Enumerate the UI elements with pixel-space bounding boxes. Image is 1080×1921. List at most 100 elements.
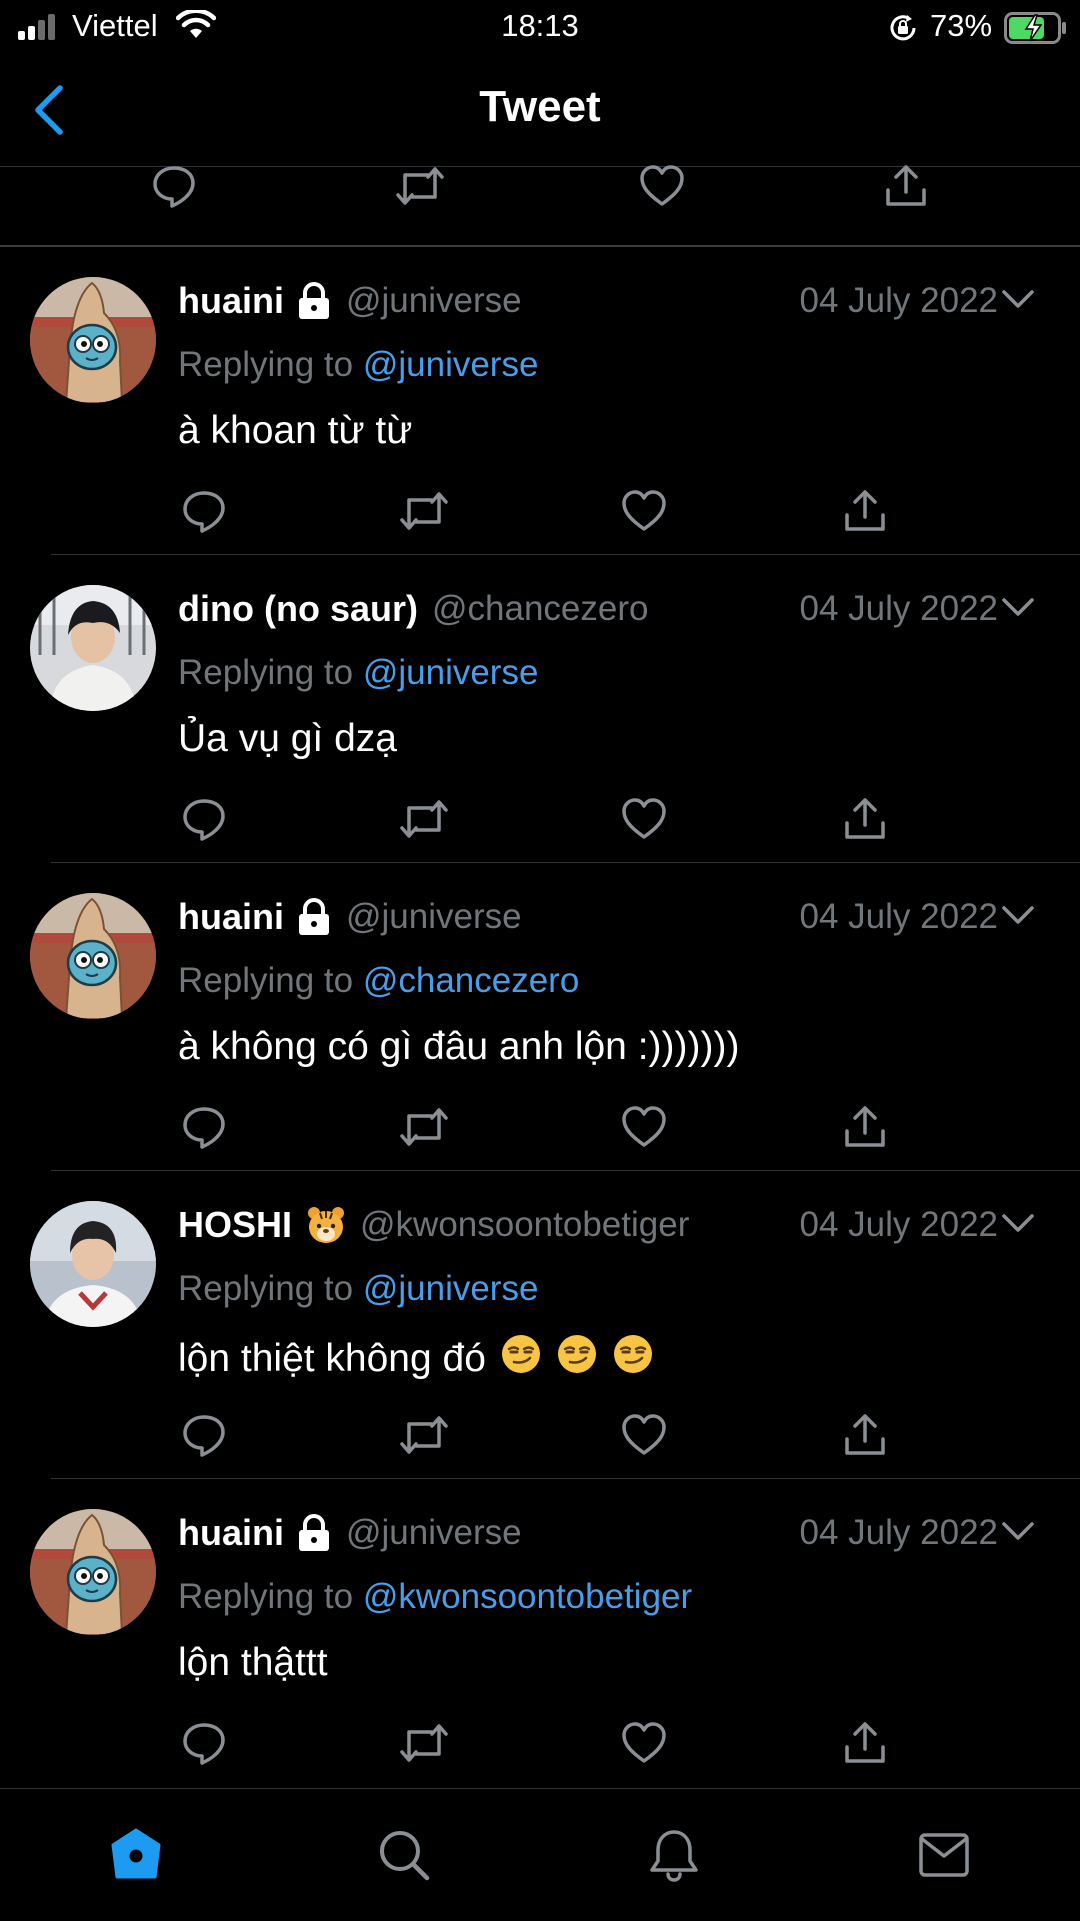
- reply-icon[interactable]: [180, 1719, 228, 1767]
- retweet-icon[interactable]: [398, 1103, 450, 1151]
- display-name[interactable]: huaini: [178, 1512, 284, 1554]
- replying-to-label: Replying to: [178, 961, 363, 1000]
- tweet-date: 04 July 2022: [799, 1205, 998, 1244]
- tweet-actions: [0, 1103, 1080, 1159]
- replying-to-mention[interactable]: @kwonsoontobetiger: [363, 1577, 692, 1616]
- tweet-actions: [0, 487, 1080, 543]
- tweet-date: 04 July 2022: [799, 897, 998, 936]
- reply-icon[interactable]: [180, 1103, 228, 1151]
- tweet-text-content: lộn thiệt không đó: [178, 1337, 486, 1380]
- bottom-tab-bar: [0, 1788, 1080, 1921]
- smirking-face-emoji: [556, 1333, 598, 1385]
- chevron-down-icon[interactable]: [1000, 903, 1036, 927]
- tweet-text: lộn thiệt không đó: [178, 1333, 654, 1385]
- replying-to-label: Replying to: [178, 345, 363, 384]
- retweet-icon[interactable]: [394, 162, 446, 210]
- smirking-face-emoji: [612, 1333, 654, 1385]
- share-icon[interactable]: [841, 1103, 889, 1151]
- share-icon[interactable]: [841, 487, 889, 535]
- main-tweet-actions: [0, 162, 1080, 218]
- battery-charging-icon: [1004, 12, 1068, 44]
- retweet-icon[interactable]: [398, 487, 450, 535]
- tiger-face-emoji: [306, 1205, 346, 1245]
- clock: 18:13: [501, 8, 579, 43]
- tweet-actions: [0, 1411, 1080, 1467]
- rotation-lock-icon: [888, 13, 918, 43]
- like-icon[interactable]: [638, 162, 686, 210]
- tweet-header: dino (no saur) @chancezero: [178, 587, 648, 631]
- reply-icon[interactable]: [150, 162, 198, 210]
- replying-to-mention[interactable]: @juniverse: [363, 653, 539, 692]
- share-icon[interactable]: [841, 1411, 889, 1459]
- reply-tweet[interactable]: huaini @juniverse 04 July 2022 Replying …: [0, 247, 1080, 555]
- tweet-text: Ủa vụ gì dzạ: [178, 717, 397, 761]
- tweet-actions: [0, 1719, 1080, 1775]
- battery-percent: 73%: [930, 8, 993, 43]
- tweet-date: 04 July 2022: [799, 281, 998, 320]
- replying-to-mention[interactable]: @juniverse: [363, 345, 539, 384]
- search-icon[interactable]: [376, 1827, 432, 1883]
- display-name[interactable]: HOSHI: [178, 1204, 292, 1246]
- retweet-icon[interactable]: [398, 1411, 450, 1459]
- display-name[interactable]: dino (no saur): [178, 588, 418, 630]
- reply-tweet[interactable]: huaini @juniverse 04 July 2022 Replying …: [0, 863, 1080, 1171]
- lock-icon: [296, 282, 332, 320]
- gumball-avatar[interactable]: [30, 277, 156, 403]
- username-handle: @juniverse: [346, 1513, 522, 1552]
- like-icon[interactable]: [620, 1103, 668, 1151]
- messages-icon[interactable]: [916, 1829, 972, 1881]
- gumball-avatar[interactable]: [30, 1509, 156, 1635]
- replying-to-label: Replying to: [178, 1269, 363, 1308]
- replying-to-label: Replying to: [178, 653, 363, 692]
- retweet-icon[interactable]: [398, 1719, 450, 1767]
- status-bar: Viettel 18:13 73%: [0, 0, 1080, 56]
- display-name[interactable]: huaini: [178, 280, 284, 322]
- gumball-avatar[interactable]: [30, 893, 156, 1019]
- like-icon[interactable]: [620, 487, 668, 535]
- reply-tweet[interactable]: HOSHI @kwonsoontobetiger 04 July 2022 Re…: [0, 1171, 1080, 1479]
- chevron-down-icon[interactable]: [1000, 595, 1036, 619]
- tweet-header: HOSHI @kwonsoontobetiger: [178, 1203, 689, 1247]
- chevron-down-icon[interactable]: [1000, 287, 1036, 311]
- username-handle: @kwonsoontobetiger: [360, 1205, 690, 1244]
- share-icon[interactable]: [841, 1719, 889, 1767]
- tweet-text-content: lộn thậttt: [178, 1641, 328, 1684]
- username-handle: @juniverse: [346, 281, 522, 320]
- replying-to-line: Replying to @juniverse: [178, 345, 538, 385]
- username-handle: @chancezero: [431, 589, 649, 628]
- tweet-text: lộn thậttt: [178, 1641, 328, 1685]
- share-icon[interactable]: [841, 795, 889, 843]
- tweet-text: à khoan từ từ: [178, 409, 412, 453]
- notifications-icon[interactable]: [646, 1827, 702, 1883]
- photo-avatar[interactable]: [30, 1201, 156, 1327]
- tweet-header: huaini @juniverse: [178, 895, 522, 939]
- replying-to-mention[interactable]: @juniverse: [363, 1269, 539, 1308]
- display-name[interactable]: huaini: [178, 896, 284, 938]
- reply-icon[interactable]: [180, 487, 228, 535]
- replying-to-label: Replying to: [178, 1577, 363, 1616]
- tweet-actions: [0, 795, 1080, 851]
- replying-to-mention[interactable]: @chancezero: [363, 961, 579, 1000]
- reply-tweet[interactable]: dino (no saur) @chancezero 04 July 2022 …: [0, 555, 1080, 863]
- reply-icon[interactable]: [180, 1411, 228, 1459]
- photo-avatar[interactable]: [30, 585, 156, 711]
- page-title: Tweet: [479, 82, 601, 131]
- reply-tweet[interactable]: huaini @juniverse 04 July 2022 Replying …: [0, 1479, 1080, 1787]
- tweet-date: 04 July 2022: [799, 1513, 998, 1552]
- tweet-text-content: à không có gì đâu anh lộn :))))))): [178, 1025, 740, 1068]
- chevron-down-icon[interactable]: [1000, 1519, 1036, 1543]
- home-icon[interactable]: [108, 1827, 164, 1883]
- tweet-text-content: Ủa vụ gì dzạ: [178, 717, 397, 760]
- retweet-icon[interactable]: [398, 795, 450, 843]
- replying-to-line: Replying to @juniverse: [178, 653, 538, 693]
- share-icon[interactable]: [882, 162, 930, 210]
- reply-icon[interactable]: [180, 795, 228, 843]
- lock-icon: [296, 898, 332, 936]
- like-icon[interactable]: [620, 1719, 668, 1767]
- like-icon[interactable]: [620, 1411, 668, 1459]
- lock-icon: [296, 1514, 332, 1552]
- like-icon[interactable]: [620, 795, 668, 843]
- chevron-down-icon[interactable]: [1000, 1211, 1036, 1235]
- smirking-face-emoji: [500, 1333, 542, 1385]
- replying-to-line: Replying to @chancezero: [178, 961, 579, 1001]
